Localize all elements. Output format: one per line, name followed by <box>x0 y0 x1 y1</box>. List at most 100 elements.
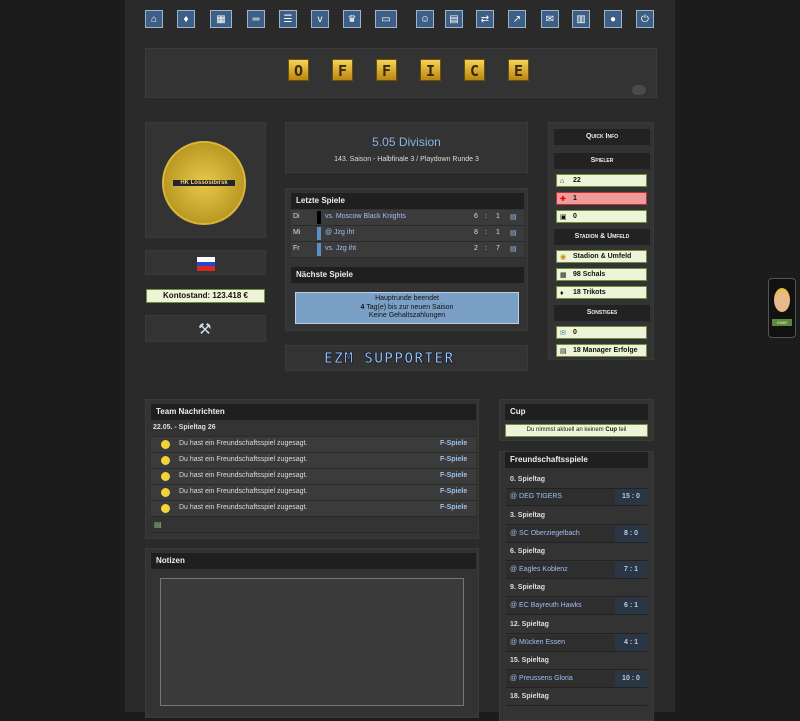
calendar-icon[interactable]: ▤ <box>445 10 463 28</box>
players-count[interactable]: ⌂ 22 <box>556 174 647 187</box>
friendly-spieltag: 18. Spieltag <box>506 689 647 706</box>
list-icon[interactable]: ☰ <box>279 10 297 28</box>
friendly-score: 4 : 1 <box>615 635 647 651</box>
news-actions-row: ▤ <box>151 517 476 533</box>
news-text: Du hast ein Freundschaftsspiel zugesagt. <box>179 488 308 495</box>
chat-widget[interactable]: CHAT <box>768 278 796 338</box>
game-opponent[interactable]: vs. Moscow Black Knights <box>325 213 406 220</box>
friendly-row: @ SC Oberziegelbach 8 : 0 <box>506 526 647 543</box>
id-card-icon: ▣ <box>560 214 567 221</box>
game-score-home: 8 <box>474 229 478 236</box>
stadium-link-label: Stadion & Umfeld <box>573 253 632 260</box>
notes-textarea[interactable] <box>160 578 464 706</box>
cup-panel: Cup Du nimmst aktuell an keinem Cup teil <box>499 399 654 441</box>
jersey-icon[interactable]: ♦ <box>177 10 195 28</box>
scarves-value: 98 Schals <box>573 271 606 278</box>
friendly-spieltag: 9. Spieltag <box>506 580 647 597</box>
friendly-spieltag: 15. Spieltag <box>506 653 647 670</box>
news-date: 22.05. - Spieltag 26 <box>153 424 216 431</box>
friendly-spieltag: 12. Spieltag <box>506 617 647 634</box>
table-icon[interactable]: ▥ <box>572 10 590 28</box>
versus-icon[interactable]: v <box>311 10 329 28</box>
spieltag-label: 15. Spieltag <box>510 657 549 664</box>
game-day: Fr <box>293 245 300 252</box>
game-opponent[interactable]: vs. Jzg iht <box>325 245 356 252</box>
friendly-score: 6 : 1 <box>615 598 647 614</box>
chat-icon[interactable]: ● <box>604 10 622 28</box>
achievements-count[interactable]: ▤ 18 Manager Erfolge <box>556 344 647 357</box>
team-color-marker <box>317 211 321 224</box>
stadium-link[interactable]: ◉ Stadion & Umfeld <box>556 250 647 263</box>
news-text: Du hast ein Freundschaftsspiel zugesagt. <box>179 456 308 463</box>
next-games-line3: Keine Gehaltszahlungen <box>368 312 446 319</box>
team-logo-panel: HK Lossosibirsk <box>145 122 266 238</box>
next-games-header: Nächste Spiele <box>291 267 524 283</box>
envelope-icon: ✉ <box>560 330 566 337</box>
report-icon[interactable]: ▤ <box>510 213 517 221</box>
friendly-row: @ Mücken Essen 4 : 1 <box>506 635 647 652</box>
stadion-header: Stadion & Umfeld <box>554 229 650 245</box>
news-link[interactable]: F-Spiele <box>440 440 467 447</box>
jerseys-count[interactable]: ♦ 18 Trikots <box>556 286 647 299</box>
game-score-sep: : <box>485 213 487 220</box>
friendly-score: 10 : 0 <box>615 671 647 687</box>
injured-count[interactable]: ✚ 1 <box>556 192 647 205</box>
power-icon[interactable]: ⏻ <box>636 10 654 28</box>
top-navigation: ⌂ ♦ ▦ ═ ☰ v ♛ ▭ ☺ ▤ ⇄ ↗ ✉ ▥ ● ⏻ <box>145 10 655 30</box>
manager-icon[interactable]: ☺ <box>416 10 434 28</box>
friendly-opponent[interactable]: @ Preussens Gloria <box>510 675 573 682</box>
report-icon[interactable]: ▤ <box>510 229 517 237</box>
news-link[interactable]: F-Spiele <box>440 504 467 511</box>
home-icon[interactable]: ⌂ <box>145 10 163 28</box>
stats-icon[interactable]: ↗ <box>508 10 526 28</box>
news-item: Du hast ein Freundschaftsspiel zugesagt.… <box>151 437 476 453</box>
quick-info-title: Quick Info <box>554 129 650 145</box>
division-name[interactable]: 5.05 Division <box>286 135 527 149</box>
next-games-line1: Hauptrunde beendet <box>375 295 439 302</box>
game-score-home: 2 <box>474 245 478 252</box>
transfer-icon[interactable]: ⇄ <box>476 10 494 28</box>
suspended-count[interactable]: ▣ 0 <box>556 210 647 223</box>
scarves-count[interactable]: ▦ 98 Schals <box>556 268 647 281</box>
friendly-opponent[interactable]: @ DEG TIGERS <box>510 493 562 500</box>
achievement-icon: ▤ <box>560 348 567 355</box>
players-count-value: 22 <box>573 177 581 184</box>
messages-count[interactable]: ✉ 0 <box>556 326 647 339</box>
country-panel <box>145 250 266 275</box>
smiley-icon <box>161 440 170 449</box>
news-link[interactable]: F-Spiele <box>440 488 467 495</box>
supporter-banner[interactable]: EZM SUPPORTER <box>285 345 528 371</box>
notes-header: Notizen <box>151 553 476 569</box>
friendly-spieltag: 6. Spieltag <box>506 544 647 561</box>
news-text: Du hast ein Freundschaftsspiel zugesagt. <box>179 440 308 447</box>
training-icon[interactable]: ═ <box>247 10 265 28</box>
friendly-opponent[interactable]: @ Mücken Essen <box>510 639 565 646</box>
friendly-row: @ Eagles Koblenz 7 : 1 <box>506 562 647 579</box>
game-row: Mi @ Jzg iht 8 : 1 ▤ <box>291 226 524 242</box>
news-date-row: 22.05. - Spieltag 26 <box>151 421 476 437</box>
tools-icon[interactable]: ⚒ <box>198 320 211 338</box>
sonstiges-header: Sonstiges <box>554 305 650 321</box>
trophy-icon[interactable]: ♛ <box>343 10 361 28</box>
game-opponent[interactable]: @ Jzg iht <box>325 229 354 236</box>
tv-icon[interactable]: ▭ <box>375 10 397 28</box>
news-link[interactable]: F-Spiele <box>440 472 467 479</box>
cup-status: Du nimmst aktuell an keinem Cup teil <box>505 424 648 437</box>
friendly-opponent[interactable]: @ EC Bayreuth Hawks <box>510 602 582 609</box>
friendly-opponent[interactable]: @ Eagles Koblenz <box>510 566 568 573</box>
friendlies-header: Freundschaftsspiele <box>505 452 648 468</box>
friendly-opponent[interactable]: @ SC Oberziegelbach <box>510 530 580 537</box>
add-news-icon[interactable]: ▤ <box>154 520 162 529</box>
help-icon[interactable] <box>632 85 646 95</box>
title-letter: E <box>508 59 529 81</box>
report-icon[interactable]: ▤ <box>510 245 517 253</box>
news-link[interactable]: F-Spiele <box>440 456 467 463</box>
quick-info-panel: Quick Info Spieler ⌂ 22 ✚ 1 ▣ 0 Stadion & U… <box>548 122 654 360</box>
news-text: Du hast ein Freundschaftsspiel zugesagt. <box>179 504 308 511</box>
lineup-icon[interactable]: ▦ <box>210 10 232 28</box>
mail-icon[interactable]: ✉ <box>541 10 559 28</box>
game-score-sep: : <box>485 245 487 252</box>
notes-panel: Notizen <box>145 548 479 718</box>
news-item: Du hast ein Freundschaftsspiel zugesagt.… <box>151 469 476 485</box>
news-item: Du hast ein Freundschaftsspiel zugesagt.… <box>151 485 476 501</box>
